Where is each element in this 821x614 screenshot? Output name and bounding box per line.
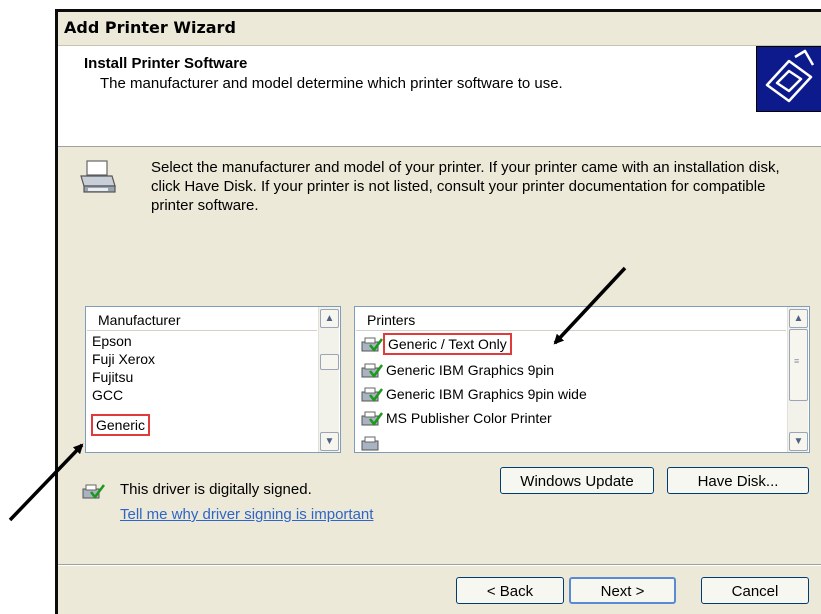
window-title: Add Printer Wizard	[64, 18, 236, 37]
signed-driver-icon	[361, 436, 379, 451]
signed-driver-icon	[361, 363, 383, 379]
list-item[interactable]: Epson	[92, 333, 132, 349]
signed-driver-icon	[361, 337, 383, 353]
scroll-thumb[interactable]	[320, 354, 339, 370]
printer-icon	[78, 158, 118, 202]
signed-driver-icon	[361, 411, 383, 427]
list-item[interactable]: Fujitsu	[92, 369, 133, 385]
printer-name-selected: Generic / Text Only	[383, 333, 512, 355]
have-disk-button[interactable]: Have Disk...	[667, 467, 809, 494]
list-item[interactable]: Generic IBM Graphics 9pin wide	[361, 386, 587, 404]
add-printer-wizard-window: Add Printer Wizard Install Printer Softw…	[55, 9, 821, 614]
manufacturer-scrollbar[interactable]: ▲ ▼	[318, 307, 339, 452]
back-button[interactable]: < Back	[456, 577, 564, 604]
manufacturer-column-header[interactable]: Manufacturer	[87, 308, 317, 331]
header-subtitle: The manufacturer and model determine whi…	[100, 75, 563, 92]
separator	[58, 564, 821, 566]
grip-icon: ≡	[794, 356, 800, 366]
printers-list[interactable]: Printers Generic / Text Only Generic IBM…	[354, 306, 810, 453]
driver-signed-status: This driver is digitally signed.	[120, 481, 312, 498]
manufacturer-list[interactable]: Manufacturer Epson Fuji Xerox Fujitsu GC…	[85, 306, 341, 453]
list-item[interactable]: MS Publisher Color Printer	[361, 410, 552, 428]
list-item[interactable]: Generic / Text Only	[361, 333, 512, 355]
signed-driver-icon	[82, 482, 106, 506]
printer-name: MS Publisher Color Printer	[386, 410, 552, 426]
scroll-down-button[interactable]: ▼	[320, 432, 339, 451]
printer-name: Generic IBM Graphics 9pin	[386, 362, 555, 378]
signed-driver-icon	[361, 387, 383, 403]
title-bar[interactable]: Add Printer Wizard	[58, 12, 821, 46]
cancel-button[interactable]: Cancel	[701, 577, 809, 604]
scroll-down-button[interactable]: ▼	[789, 432, 808, 451]
list-item-partial[interactable]	[361, 435, 386, 452]
printers-column-header[interactable]: Printers	[356, 308, 786, 331]
list-item[interactable]: Fuji Xerox	[92, 351, 155, 367]
windows-update-button[interactable]: Windows Update	[500, 467, 654, 494]
intro-text: Select the manufacturer and model of you…	[151, 159, 780, 214]
printer-name: Generic IBM Graphics 9pin wide	[386, 386, 587, 402]
printer-wizard-icon	[756, 46, 821, 112]
driver-signing-link[interactable]: Tell me why driver signing is important	[120, 506, 373, 523]
manufacturer-header-label: Manufacturer	[98, 312, 181, 328]
printers-header-label: Printers	[367, 312, 416, 328]
printers-scrollbar[interactable]: ▲ ≡ ▼	[787, 307, 808, 452]
scroll-up-button[interactable]: ▲	[789, 309, 808, 328]
scroll-up-button[interactable]: ▲	[320, 309, 339, 328]
list-item[interactable]: Generic IBM Graphics 9pin	[361, 362, 554, 380]
header-title: Install Printer Software	[84, 55, 248, 72]
list-item[interactable]: GCC	[92, 387, 123, 403]
wizard-header: Install Printer Software The manufacture…	[58, 46, 821, 147]
next-button[interactable]: Next >	[569, 577, 676, 604]
scroll-thumb[interactable]: ≡	[789, 329, 808, 401]
list-item-selected[interactable]: Generic	[90, 414, 151, 436]
